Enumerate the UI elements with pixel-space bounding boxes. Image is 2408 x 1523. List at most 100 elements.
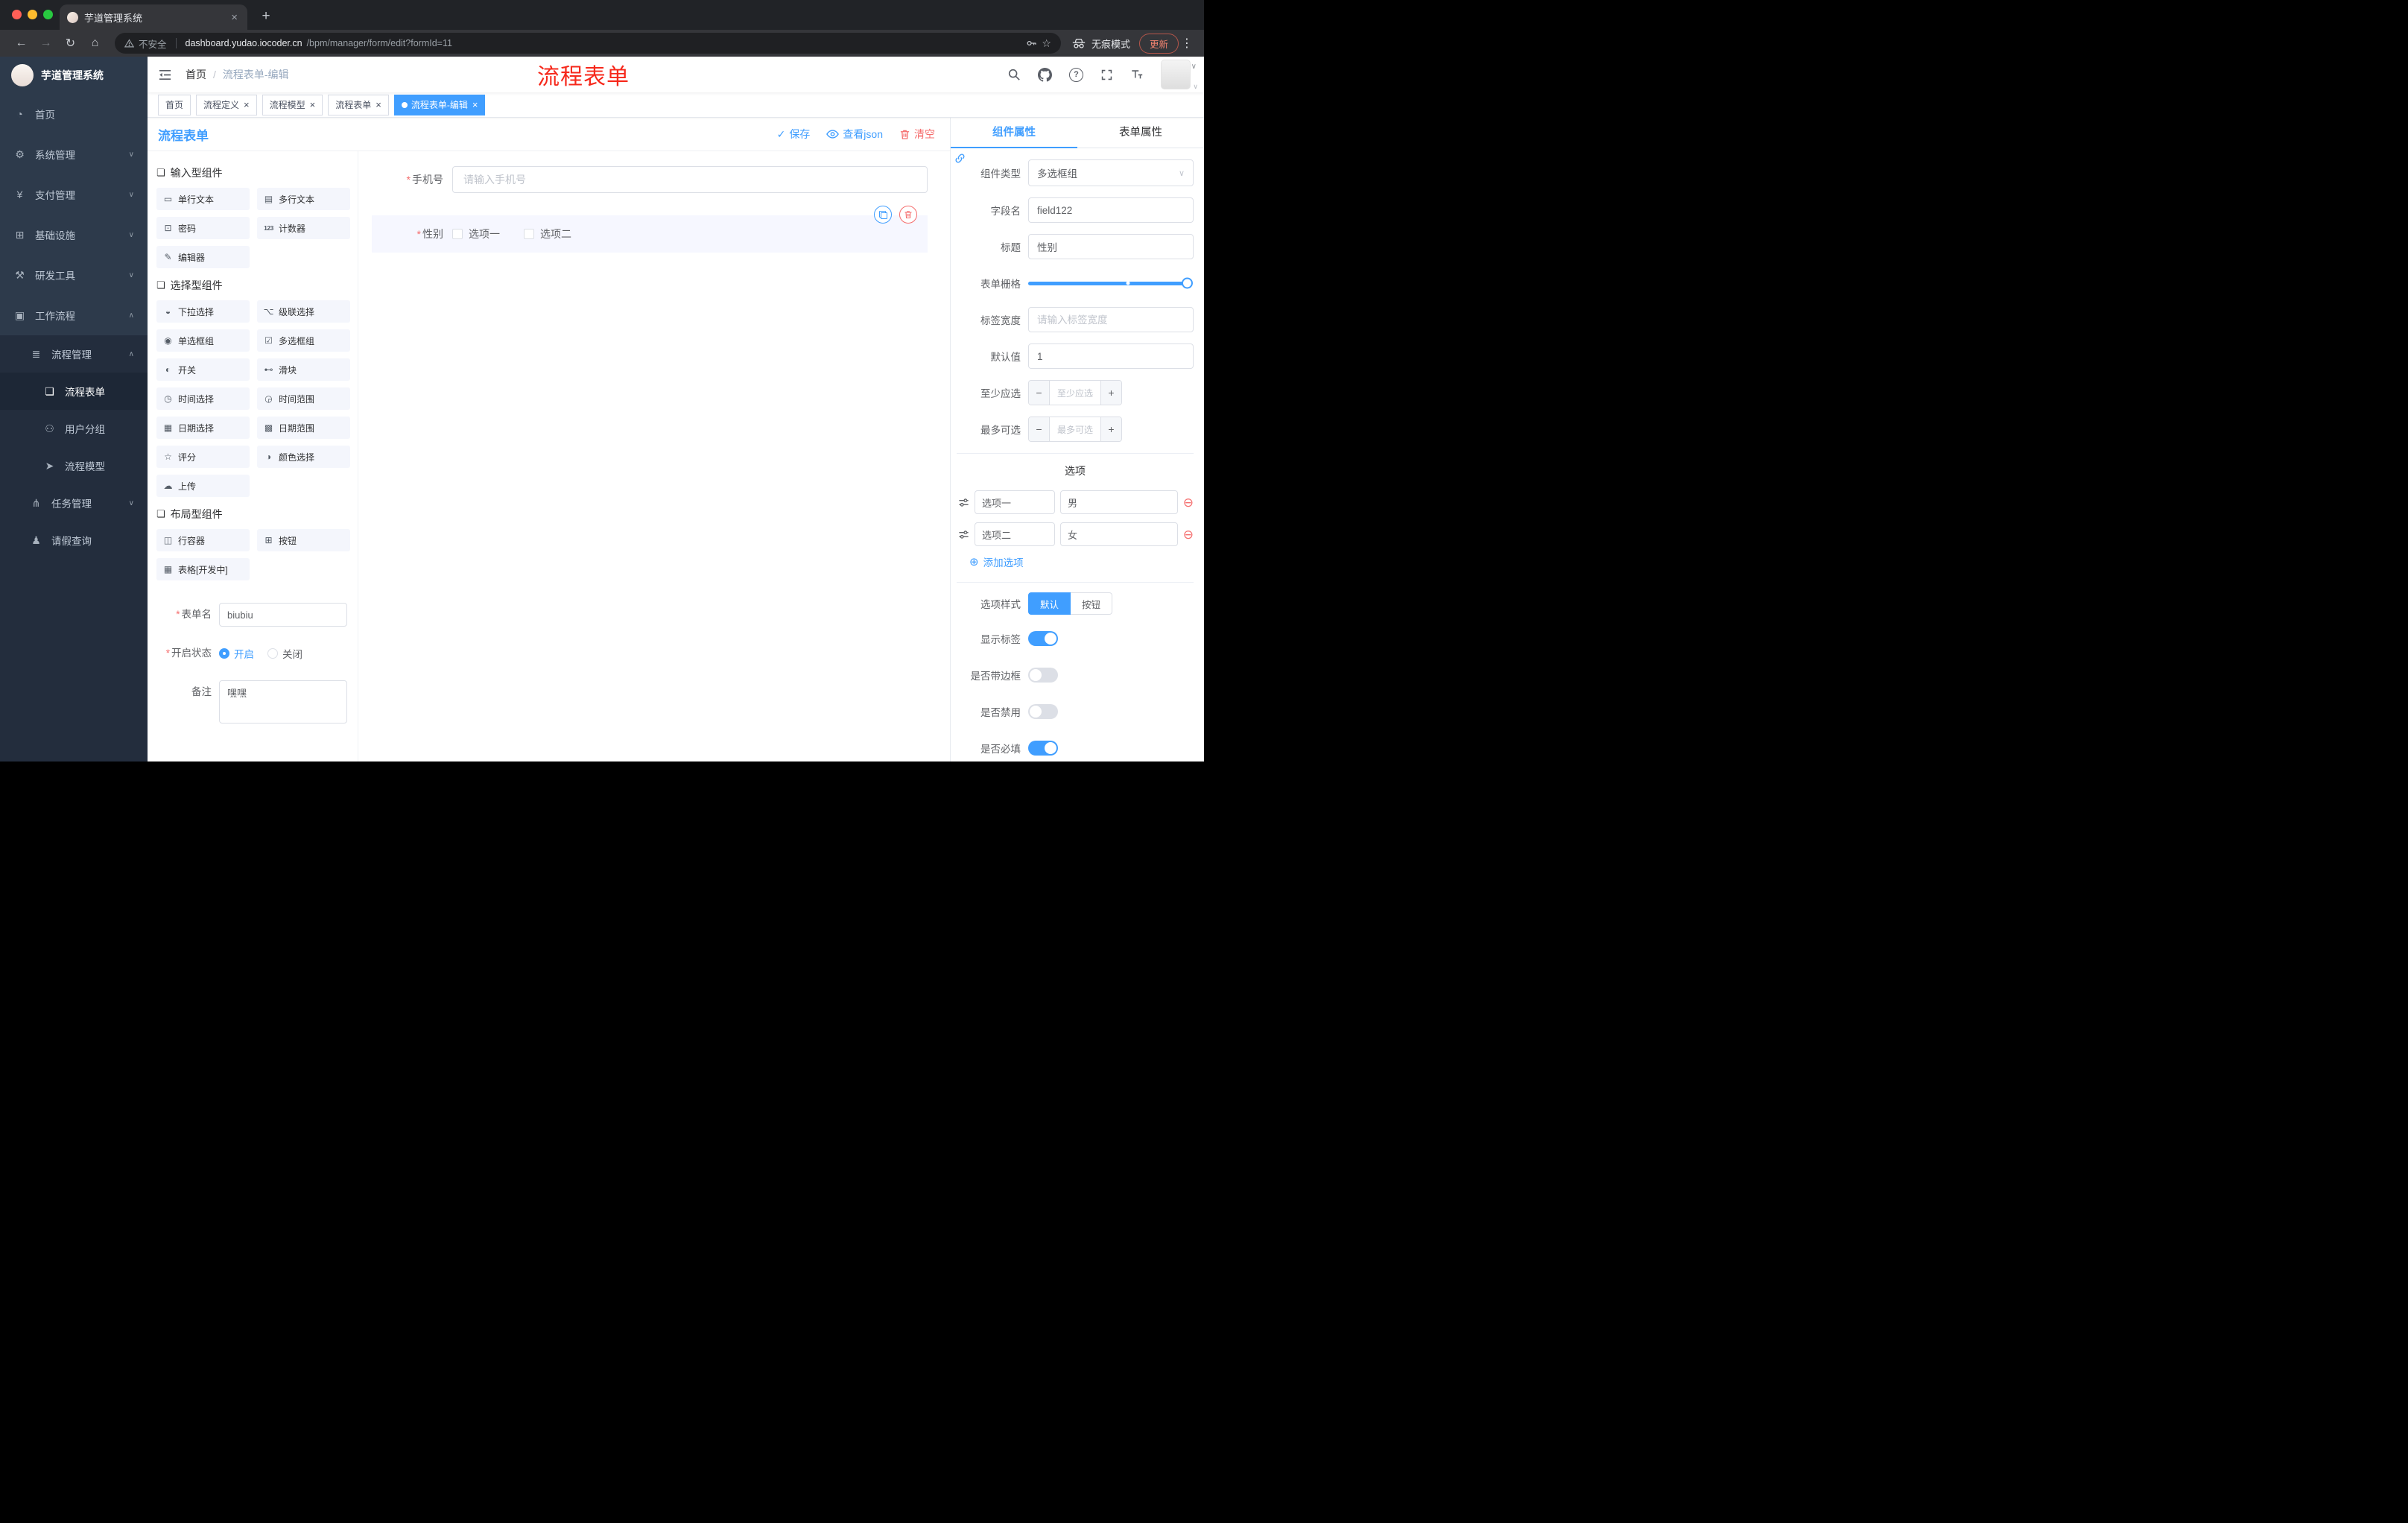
new-tab-button[interactable]: + [256,8,276,25]
browser-menu-icon[interactable]: ⋮ [1179,36,1195,51]
fullscreen-icon[interactable] [1100,69,1113,81]
palette-item-date-picker[interactable]: ▦ 日期选择 [156,417,250,439]
phone-input[interactable] [452,166,928,193]
tag-process-definition[interactable]: 流程定义 × [196,94,257,115]
palette-item-radio-group[interactable]: ◉ 单选框组 [156,329,250,352]
palette-item-checkbox-group[interactable]: ☑ 多选框组 [257,329,350,352]
view-json-button[interactable]: 查看json [826,127,883,142]
palette-item-button[interactable]: ⊞ 按钮 [257,529,350,551]
tag-process-model[interactable]: 流程模型 × [262,94,323,115]
tab-close-icon[interactable]: × [229,11,240,24]
min-select-value[interactable]: 至少应选 [1050,381,1100,405]
sidebar-item-workflow[interactable]: ▣ 工作流程 ∧ [0,295,148,335]
sidebar-item-process-management[interactable]: ≣ 流程管理 ∧ [0,335,148,373]
style-button-button[interactable]: 按钮 [1071,592,1113,615]
option-label-input[interactable] [975,522,1055,546]
gender-option2-checkbox[interactable]: 选项二 [524,227,571,241]
show-label-toggle[interactable] [1028,631,1058,646]
tab-component-props[interactable]: 组件属性 [951,118,1077,148]
palette-item-counter[interactable]: 123 计数器 [257,217,350,239]
sidebar-item-home[interactable]: ◔ 首页 [0,94,148,134]
browser-tab[interactable]: 芋道管理系统 × [60,4,247,30]
breadcrumb-home[interactable]: 首页 [186,67,206,82]
tag-process-form-edit[interactable]: 流程表单-编辑 × [393,94,486,115]
palette-item-time-range[interactable]: ◶ 时间范围 [257,387,350,410]
gender-option1-checkbox[interactable]: 选项一 [452,227,500,241]
back-button[interactable]: ← [9,37,34,50]
title-input[interactable] [1028,234,1194,259]
tab-form-props[interactable]: 表单属性 [1077,118,1204,148]
address-bar[interactable]: 不安全 dashboard.yudao.iocoder.cn/bpm/manag… [115,33,1061,54]
update-button[interactable]: 更新 [1138,33,1179,54]
status-on-radio[interactable]: 开启 [219,646,254,661]
form-remark-textarea[interactable]: 嘿嘿 [219,680,347,723]
sidebar-item-system-management[interactable]: ⚙ 系统管理 ∨ [0,134,148,174]
sidebar-item-user-group[interactable]: ⚇ 用户分组 [0,410,148,447]
palette-item-cascader[interactable]: ⌥ 级联选择 [257,300,350,323]
required-toggle[interactable] [1028,741,1058,756]
slider-track[interactable] [1028,277,1193,289]
font-size-icon[interactable] [1130,68,1144,81]
slider-handle[interactable] [1182,277,1193,289]
drag-handle-icon[interactable] [958,497,969,508]
delete-component-button[interactable] [899,206,917,224]
palette-item-single-line-text[interactable]: ▭ 单行文本 [156,188,250,210]
palette-item-color-picker[interactable]: ◑ 颜色选择 [257,446,350,468]
reload-button[interactable]: ↻ [58,36,83,51]
palette-item-select[interactable]: ◒ 下拉选择 [156,300,250,323]
disabled-toggle[interactable] [1028,704,1058,719]
window-close-button[interactable] [12,10,22,19]
home-button[interactable]: ⌂ [83,37,107,50]
window-zoom-button[interactable] [43,10,53,19]
forward-button[interactable]: → [34,37,58,50]
palette-item-slider[interactable]: ⊷ 滑块 [257,358,350,381]
increase-button[interactable]: + [1100,381,1121,405]
option-value-input[interactable] [1060,490,1178,514]
search-icon[interactable] [1007,68,1021,81]
drag-handle-icon[interactable] [958,529,969,540]
palette-item-multi-line-text[interactable]: ▤ 多行文本 [257,188,350,210]
form-name-input[interactable] [219,603,347,627]
link-icon[interactable] [954,153,966,164]
remove-option-icon[interactable]: ⊖ [1183,496,1194,509]
border-toggle[interactable] [1028,668,1058,683]
close-tag-icon[interactable]: × [309,100,316,110]
add-option-button[interactable]: ⊕ 添加选项 [969,554,1194,569]
decrease-button[interactable]: − [1029,381,1050,405]
component-type-select[interactable]: 多选框组 ∨ [1028,159,1194,186]
label-width-input[interactable] [1028,307,1194,332]
close-tag-icon[interactable]: × [472,100,478,110]
decrease-button[interactable]: − [1029,417,1050,441]
copy-component-button[interactable] [874,206,892,224]
sidebar-item-process-model[interactable]: ➤ 流程模型 [0,447,148,484]
sidebar-item-payment-management[interactable]: ¥ 支付管理 ∨ [0,174,148,215]
default-value-input[interactable] [1028,343,1194,369]
tag-home[interactable]: 首页 [158,94,191,115]
security-label[interactable]: 不安全 [139,37,167,51]
sidebar-item-process-form[interactable]: ❏ 流程表单 [0,373,148,410]
style-default-button[interactable]: 默认 [1028,592,1071,615]
clear-button[interactable]: 清空 [899,127,935,142]
toolbar-caret-icon[interactable]: ∨ [1191,63,1197,71]
window-minimize-button[interactable] [28,10,37,19]
palette-item-rate[interactable]: ☆ 评分 [156,446,250,468]
field-name-input[interactable] [1028,197,1194,223]
max-select-value[interactable]: 最多可选 [1050,417,1100,441]
option-value-input[interactable] [1060,522,1178,546]
close-tag-icon[interactable]: × [243,100,250,110]
palette-item-row-container[interactable]: ◫ 行容器 [156,529,250,551]
gender-field-row-selected[interactable]: * 性别 选项一 选项二 [372,206,928,253]
github-icon[interactable] [1038,67,1052,82]
sidebar-item-infrastructure[interactable]: ⊞ 基础设施 ∨ [0,215,148,255]
help-icon[interactable]: ? [1069,67,1083,82]
user-avatar[interactable]: ∨ [1161,60,1198,90]
phone-field-row[interactable]: * 手机号 [372,166,928,193]
palette-item-switch[interactable]: ◐ 开关 [156,358,250,381]
tag-process-form[interactable]: 流程表单 × [328,94,389,115]
palette-item-upload[interactable]: ☁ 上传 [156,475,250,497]
remove-option-icon[interactable]: ⊖ [1183,528,1194,541]
save-button[interactable]: ✓ 保存 [777,127,811,142]
palette-item-editor[interactable]: ✎ 编辑器 [156,246,250,268]
grid-slider[interactable] [1028,270,1194,296]
bookmark-star-icon[interactable]: ☆ [1042,37,1051,50]
